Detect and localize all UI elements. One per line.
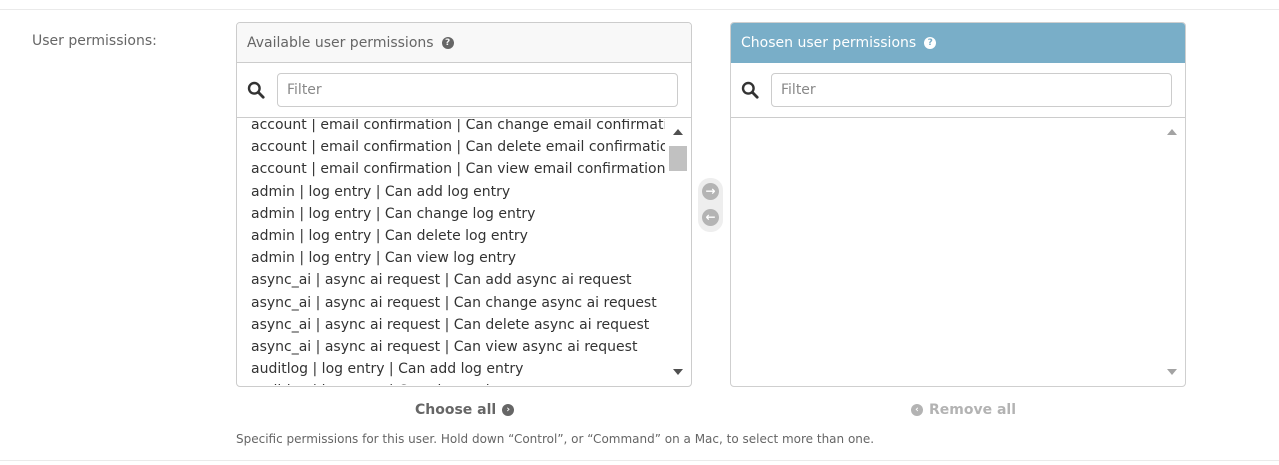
- available-permissions-panel: Available user permissions ? account | e…: [236, 22, 692, 387]
- permission-option[interactable]: async_ai | async ai request | Can view a…: [251, 336, 665, 358]
- choose-all-label: Choose all: [415, 402, 497, 418]
- selector-mover: → ←: [698, 178, 723, 232]
- bottom-divider: [0, 460, 1279, 461]
- permission-option[interactable]: async_ai | async ai request | Can add as…: [251, 269, 665, 291]
- help-icon[interactable]: ?: [441, 36, 454, 49]
- available-permissions-list[interactable]: account | email confirmation | Can chang…: [237, 119, 689, 385]
- permission-option[interactable]: async_ai | async ai request | Can delete…: [251, 314, 665, 336]
- permission-option[interactable]: account | email confirmation | Can chang…: [251, 119, 665, 136]
- chosen-scrollbar[interactable]: [1161, 119, 1183, 385]
- scroll-thumb[interactable]: [669, 146, 687, 171]
- chosen-permissions-panel: Chosen user permissions ?: [730, 22, 1186, 387]
- permission-option[interactable]: account | email confirmation | Can delet…: [251, 136, 665, 158]
- help-icon[interactable]: ?: [924, 36, 937, 49]
- search-icon: [741, 81, 759, 99]
- permission-option[interactable]: admin | log entry | Can view log entry: [251, 247, 665, 269]
- choose-all-button[interactable]: Choose all ›: [415, 402, 515, 418]
- add-selected-button[interactable]: →: [702, 183, 719, 200]
- search-icon: [247, 81, 265, 99]
- chevron-left-circle-icon: ‹: [911, 404, 923, 416]
- chosen-panel-title: Chosen user permissions: [741, 34, 917, 51]
- remove-selected-button[interactable]: ←: [702, 209, 719, 226]
- field-label: User permissions:: [32, 33, 157, 49]
- permission-option[interactable]: admin | log entry | Can delete log entry: [251, 225, 665, 247]
- remove-all-button[interactable]: ‹ Remove all: [911, 402, 1016, 418]
- permission-option[interactable]: auditlog | log entry | Can change log en…: [251, 380, 665, 385]
- chosen-filter-row: [731, 63, 1185, 118]
- chevron-right-circle-icon: ›: [502, 404, 515, 416]
- scroll-up-arrow[interactable]: [667, 125, 689, 139]
- chosen-panel-header: Chosen user permissions ?: [731, 23, 1185, 63]
- top-divider: [0, 9, 1279, 10]
- permission-option[interactable]: admin | log entry | Can add log entry: [251, 181, 665, 203]
- scroll-down-arrow[interactable]: [667, 365, 689, 379]
- scroll-down-arrow[interactable]: [1161, 365, 1183, 379]
- scroll-up-arrow[interactable]: [1161, 125, 1183, 139]
- remove-all-label: Remove all: [929, 402, 1017, 418]
- permission-option[interactable]: account | email confirmation | Can view …: [251, 158, 665, 180]
- available-options: account | email confirmation | Can chang…: [251, 119, 665, 385]
- help-text: Specific permissions for this user. Hold…: [236, 432, 875, 446]
- available-filter-input[interactable]: [277, 73, 678, 107]
- chosen-filter-input[interactable]: [771, 73, 1172, 107]
- available-scrollbar[interactable]: [667, 119, 689, 385]
- permission-option[interactable]: async_ai | async ai request | Can change…: [251, 292, 665, 314]
- available-panel-title: Available user permissions: [247, 34, 434, 51]
- chosen-permissions-list[interactable]: [731, 119, 1183, 385]
- available-filter-row: [237, 63, 691, 118]
- available-panel-header: Available user permissions ?: [237, 23, 691, 63]
- permission-option[interactable]: auditlog | log entry | Can add log entry: [251, 358, 665, 380]
- permission-option[interactable]: admin | log entry | Can change log entry: [251, 203, 665, 225]
